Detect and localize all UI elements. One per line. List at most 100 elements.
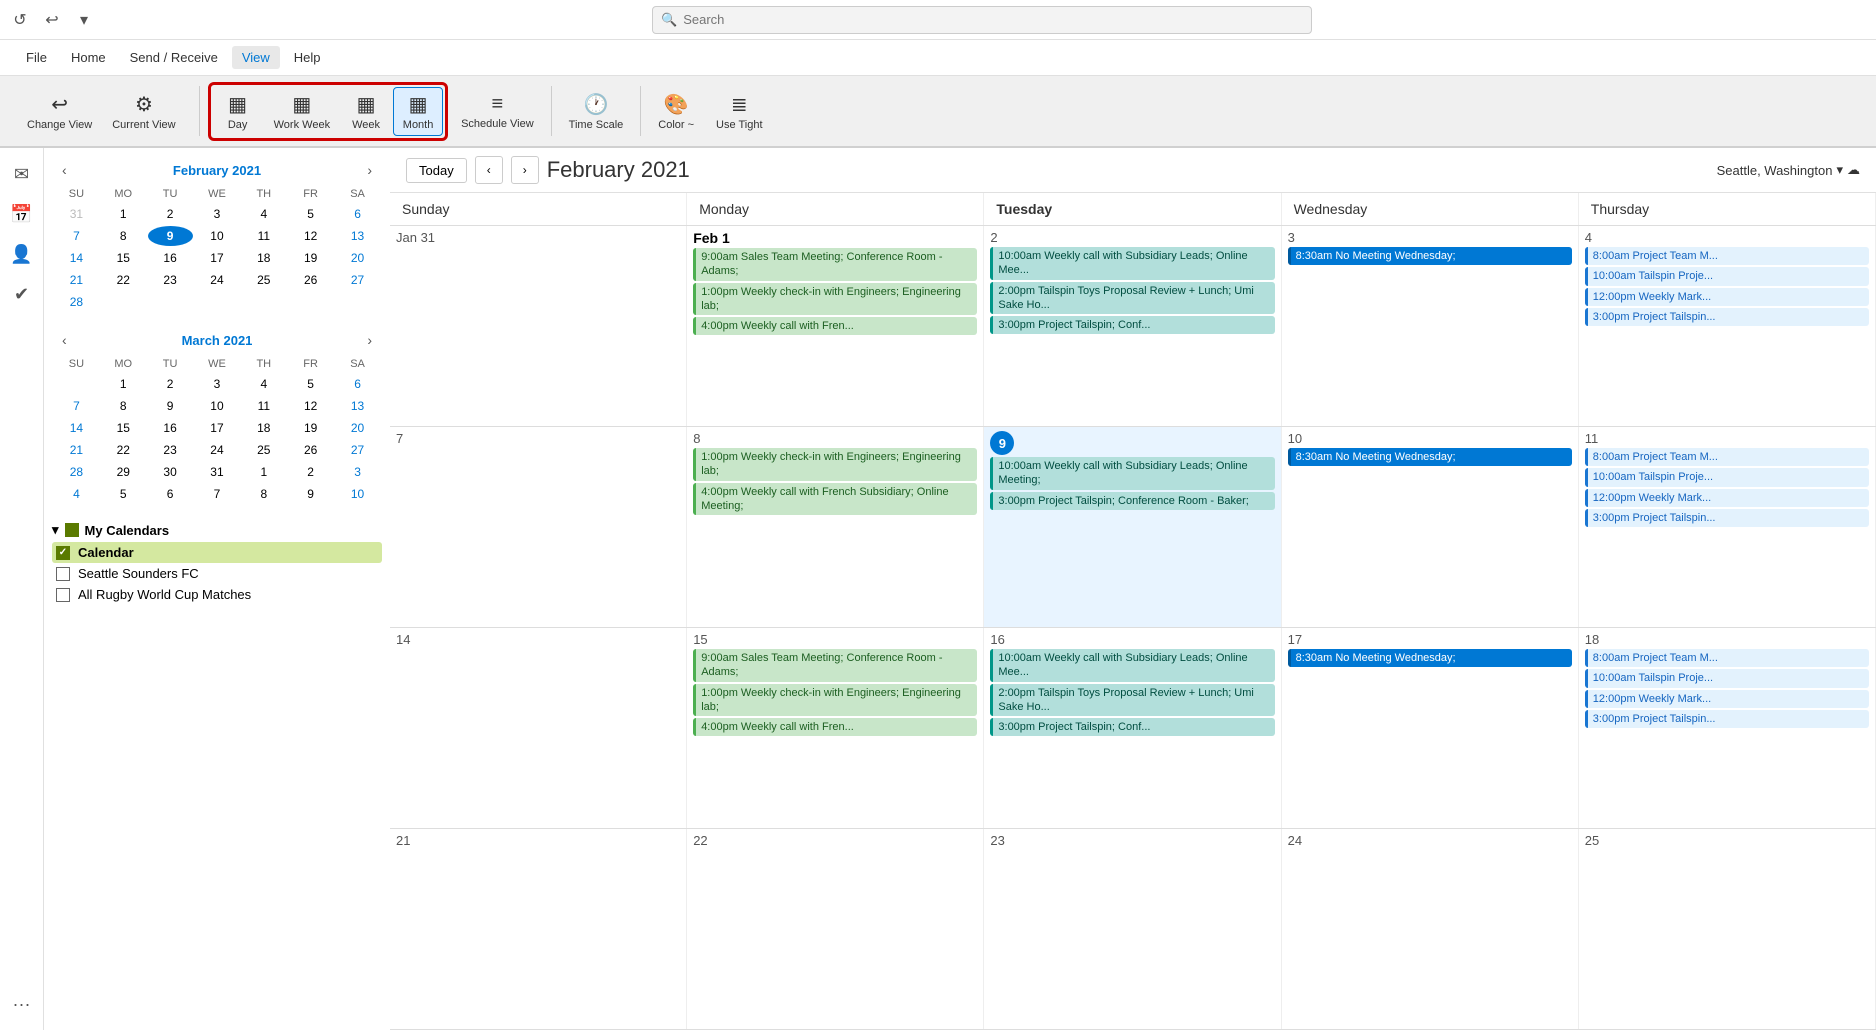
mini-cal-day[interactable]: 21: [54, 270, 99, 290]
cal-day[interactable]: 24: [1282, 829, 1579, 1029]
mini-cal-day[interactable]: 6: [335, 204, 380, 224]
mini-cal-day[interactable]: 11: [241, 396, 286, 416]
mini-cal-day[interactable]: 3: [195, 374, 240, 394]
search-box[interactable]: 🔍: [652, 6, 1312, 34]
mini-cal-day[interactable]: 2: [148, 204, 193, 224]
mini-cal-day[interactable]: [335, 292, 380, 312]
calendar-event[interactable]: 10:00am Tailspin Proje...: [1585, 468, 1869, 486]
cal-day[interactable]: 23: [984, 829, 1281, 1029]
mini-cal-day[interactable]: 31: [54, 204, 99, 224]
cal-day[interactable]: Jan 31: [390, 226, 687, 426]
change-view-button[interactable]: ↩ Change View: [18, 87, 101, 136]
mini-cal-day[interactable]: 12: [288, 396, 333, 416]
nav-people[interactable]: 👤: [4, 236, 40, 272]
cal-day[interactable]: 81:00pm Weekly check-in with Engineers; …: [687, 427, 984, 627]
cal-day[interactable]: 48:00am Project Team M...10:00am Tailspi…: [1579, 226, 1876, 426]
cal-day[interactable]: 188:00am Project Team M...10:00am Tailsp…: [1579, 628, 1876, 828]
calendar-event[interactable]: 3:00pm Project Tailspin; Conf...: [990, 718, 1274, 736]
cal-day[interactable]: 118:00am Project Team M...10:00am Tailsp…: [1579, 427, 1876, 627]
mini-cal-day[interactable]: 24: [195, 440, 240, 460]
use-tight-button[interactable]: ≣ Use Tight: [707, 87, 771, 136]
next-month-button[interactable]: ›: [511, 156, 539, 184]
mini-cal-day[interactable]: 16: [148, 248, 193, 268]
prev-month-button[interactable]: ‹: [475, 156, 503, 184]
dropdown-icon[interactable]: ▾: [72, 8, 96, 32]
mini-cal-day[interactable]: 8: [101, 226, 146, 246]
nav-more[interactable]: ···: [4, 986, 40, 1022]
calendar-item-main[interactable]: ✓ Calendar: [52, 542, 382, 563]
mini-cal-mar-prev[interactable]: ‹: [56, 330, 73, 350]
calendar-event[interactable]: 10:00am Weekly call with Subsidiary Lead…: [990, 649, 1274, 682]
mini-cal-day[interactable]: 8: [241, 484, 286, 504]
mini-cal-prev[interactable]: ‹: [56, 160, 73, 180]
mini-cal-day[interactable]: 13: [335, 226, 380, 246]
mini-cal-day[interactable]: 23: [148, 440, 193, 460]
mini-cal-day[interactable]: 1: [101, 374, 146, 394]
mini-cal-day[interactable]: 31: [195, 462, 240, 482]
mini-cal-day[interactable]: 25: [241, 440, 286, 460]
cal-day[interactable]: 159:00am Sales Team Meeting; Conference …: [687, 628, 984, 828]
calendar-event[interactable]: 10:00am Weekly call with Subsidiary Lead…: [990, 457, 1274, 490]
mini-cal-day[interactable]: 3: [195, 204, 240, 224]
mini-cal-day[interactable]: 4: [54, 484, 99, 504]
nav-calendar[interactable]: 📅: [4, 196, 40, 232]
mini-cal-day[interactable]: 20: [335, 418, 380, 438]
mini-cal-day[interactable]: 6: [335, 374, 380, 394]
mini-cal-day[interactable]: 7: [195, 484, 240, 504]
refresh-icon[interactable]: ↺: [8, 8, 32, 32]
work-week-view-button[interactable]: ▦ Work Week: [265, 87, 339, 136]
mini-cal-day[interactable]: 11: [241, 226, 286, 246]
cal-day[interactable]: 14: [390, 628, 687, 828]
mini-cal-day[interactable]: 26: [288, 270, 333, 290]
mini-cal-day[interactable]: [241, 292, 286, 312]
mini-cal-mar-next[interactable]: ›: [361, 330, 378, 350]
calendar-event[interactable]: 9:00am Sales Team Meeting; Conference Ro…: [693, 649, 977, 682]
calendar-item-rugby[interactable]: All Rugby World Cup Matches: [52, 584, 382, 605]
mini-cal-day[interactable]: 22: [101, 440, 146, 460]
mini-cal-day[interactable]: 23: [148, 270, 193, 290]
calendar-event[interactable]: 3:00pm Project Tailspin...: [1585, 710, 1869, 728]
mini-cal-day[interactable]: 10: [195, 226, 240, 246]
calendar-event[interactable]: 3:00pm Project Tailspin; Conference Room…: [990, 492, 1274, 510]
cal-day[interactable]: 178:30am No Meeting Wednesday;: [1282, 628, 1579, 828]
calendar-event[interactable]: 1:00pm Weekly check-in with Engineers; E…: [693, 448, 977, 481]
mini-cal-day[interactable]: 30: [148, 462, 193, 482]
calendar-checkbox-sounders[interactable]: [56, 567, 70, 581]
search-input[interactable]: [683, 12, 1303, 27]
mini-cal-day[interactable]: 4: [241, 374, 286, 394]
calendar-event[interactable]: 10:00am Tailspin Proje...: [1585, 267, 1869, 285]
calendar-event[interactable]: 8:30am No Meeting Wednesday;: [1288, 448, 1572, 466]
color-button[interactable]: 🎨 Color ~: [649, 87, 703, 136]
mini-cal-day[interactable]: 5: [288, 204, 333, 224]
calendar-event[interactable]: 3:00pm Project Tailspin...: [1585, 509, 1869, 527]
cal-day[interactable]: 210:00am Weekly call with Subsidiary Lea…: [984, 226, 1281, 426]
calendar-event[interactable]: 8:00am Project Team M...: [1585, 649, 1869, 667]
mini-cal-day[interactable]: 28: [54, 462, 99, 482]
day-view-button[interactable]: ▦ Day: [213, 87, 263, 136]
mini-cal-day[interactable]: 9: [148, 396, 193, 416]
mini-cal-day[interactable]: 8: [101, 396, 146, 416]
calendar-event[interactable]: 4:00pm Weekly call with Fren...: [693, 718, 977, 736]
my-calendars-header[interactable]: ▾ My Calendars: [52, 518, 382, 542]
mini-cal-day[interactable]: 13: [335, 396, 380, 416]
cal-day[interactable]: 7: [390, 427, 687, 627]
mini-cal-day[interactable]: 9: [288, 484, 333, 504]
mini-cal-day[interactable]: 14: [54, 248, 99, 268]
cal-day[interactable]: 38:30am No Meeting Wednesday;: [1282, 226, 1579, 426]
calendar-event[interactable]: 12:00pm Weekly Mark...: [1585, 288, 1869, 306]
mini-cal-day[interactable]: 5: [101, 484, 146, 504]
mini-cal-day[interactable]: 22: [101, 270, 146, 290]
time-scale-button[interactable]: 🕐 Time Scale: [560, 87, 633, 136]
mini-cal-day[interactable]: 19: [288, 248, 333, 268]
schedule-view-button[interactable]: ≡ Schedule View: [452, 88, 543, 135]
mini-cal-day[interactable]: 3: [335, 462, 380, 482]
calendar-event[interactable]: 3:00pm Project Tailspin; Conf...: [990, 316, 1274, 334]
calendar-event[interactable]: 9:00am Sales Team Meeting; Conference Ro…: [693, 248, 977, 281]
mini-cal-day[interactable]: 1: [101, 204, 146, 224]
mini-cal-day[interactable]: 10: [335, 484, 380, 504]
cal-day[interactable]: Feb 19:00am Sales Team Meeting; Conferen…: [687, 226, 984, 426]
mini-cal-day[interactable]: 7: [54, 226, 99, 246]
calendar-checkbox-rugby[interactable]: [56, 588, 70, 602]
mini-cal-day[interactable]: 15: [101, 248, 146, 268]
mini-cal-day[interactable]: 20: [335, 248, 380, 268]
